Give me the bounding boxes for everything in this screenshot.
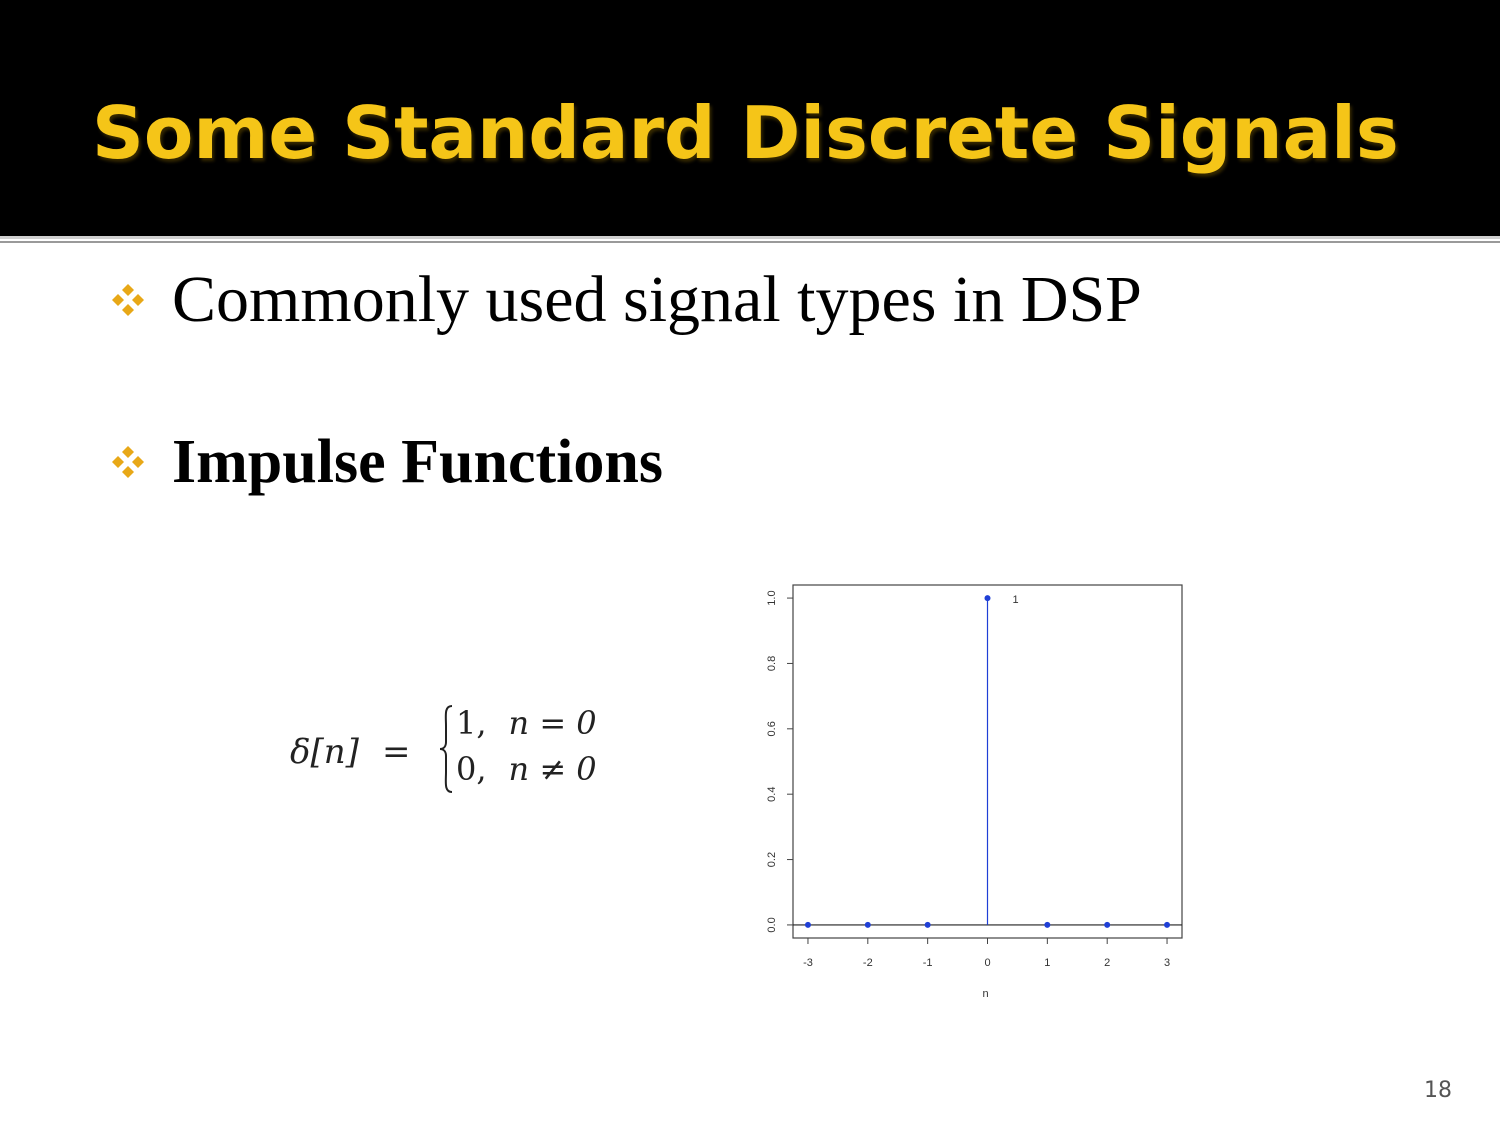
data-point xyxy=(924,921,931,928)
formula-case-2-value: 0, xyxy=(456,750,487,788)
x-tick-label: -2 xyxy=(863,957,873,969)
data-point xyxy=(864,921,871,928)
data-point xyxy=(984,595,991,602)
y-tick-label: 0.8 xyxy=(766,656,778,671)
formula-case-2-condition: n ≠ 0 xyxy=(508,750,597,788)
x-tick-label: -3 xyxy=(803,957,813,969)
y-tick-label: 1.0 xyxy=(766,590,778,605)
bullet-item: Commonly used signal types in DSP xyxy=(108,262,1142,338)
x-axis-label: n xyxy=(982,988,988,1000)
bullet-text: Impulse Functions xyxy=(172,428,663,496)
diamond-cluster-icon xyxy=(112,284,144,316)
formula-case-2: 0, n ≠ 0 xyxy=(456,750,597,788)
left-brace-icon xyxy=(439,705,453,793)
impulse-formula: δ[n] = 1, n = 0 0, n ≠ 0 xyxy=(290,702,620,798)
page-number: 18 xyxy=(1424,1078,1452,1103)
formula-equals: = xyxy=(382,732,411,772)
formula-case-1-condition: n = 0 xyxy=(508,704,597,742)
impulse-stem-chart: 0.0 0.2 0.4 0.6 0.8 1.0 -3 -2 -1 0 1 2 3 n 1 xyxy=(766,584,1183,1000)
x-tick-label: 0 xyxy=(984,957,990,969)
y-tick-label: 0.0 xyxy=(766,917,778,932)
y-tick-label: 0.6 xyxy=(766,721,778,736)
formula-case-1: 1, n = 0 xyxy=(456,704,597,742)
y-tick-label: 0.4 xyxy=(766,787,778,802)
bullet-text: Commonly used signal types in DSP xyxy=(172,263,1142,336)
title-bar: Some Standard Discrete Signals xyxy=(0,0,1500,236)
data-point xyxy=(1044,921,1051,928)
diamond-cluster-icon xyxy=(112,446,144,478)
data-point xyxy=(1104,921,1111,928)
title-divider xyxy=(0,236,1500,239)
title-divider-shadow xyxy=(0,241,1500,243)
data-point xyxy=(1164,921,1171,928)
y-tick-label: 0.2 xyxy=(766,852,778,867)
formula-case-1-value: 1, xyxy=(456,704,487,742)
formula-lhs: δ[n] xyxy=(290,732,359,772)
bullet-item: Impulse Functions xyxy=(108,424,663,500)
slide-title: Some Standard Discrete Signals xyxy=(92,91,1399,175)
x-tick-label: 1 xyxy=(1044,957,1050,969)
x-tick-label: 2 xyxy=(1104,957,1110,969)
x-tick-label: 3 xyxy=(1164,957,1170,969)
x-tick-label: -1 xyxy=(923,957,933,969)
data-point xyxy=(804,921,811,928)
data-label: 1 xyxy=(1013,594,1019,606)
